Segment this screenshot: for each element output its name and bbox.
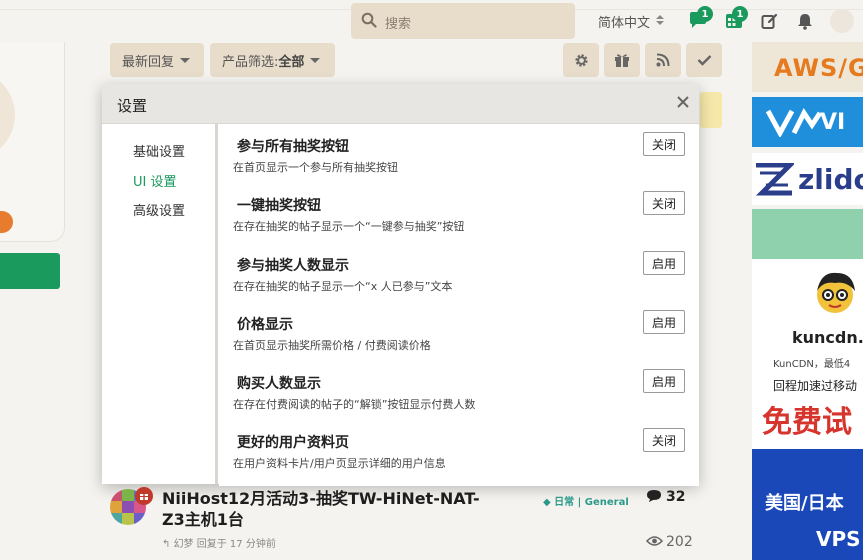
setting-description: 在首页显示一个参与所有抽奖按钮	[233, 161, 398, 174]
topic-replies: 32	[646, 489, 685, 505]
ad-green-banner[interactable]	[752, 209, 863, 259]
sort-caret-icon	[656, 15, 664, 25]
ad-zlido-text: zlido	[798, 163, 863, 196]
chevron-down-icon	[180, 57, 191, 63]
setting-title: 购买人数显示	[237, 376, 321, 392]
topic-tag[interactable]: ◆ 日常 | General	[543, 493, 629, 508]
search-box[interactable]: 搜索	[351, 3, 575, 39]
setting-title: 参与所有抽奖按钮	[237, 139, 349, 155]
user-avatar[interactable]	[830, 9, 854, 33]
setting-toggle-button[interactable]: 关闭	[643, 191, 685, 215]
gear-icon	[574, 53, 588, 67]
nav-advanced-settings[interactable]: 高级设置	[133, 200, 185, 219]
setting-description: 在首页显示抽奖所需价格 / 付费阅读价格	[233, 339, 431, 352]
notice-banner	[700, 92, 722, 128]
messages-badge: 1	[697, 6, 713, 22]
ad-us-vps[interactable]: 美国/日本 VPS	[752, 449, 863, 560]
nav-ui-settings[interactable]: UI 设置	[133, 171, 176, 190]
tag-icon: ◆	[543, 497, 555, 508]
search-placeholder: 搜索	[385, 17, 412, 32]
check-icon	[697, 55, 711, 66]
setting-description: 在存在抽奖的帖子显示一个“x 人已参与”文本	[233, 280, 453, 293]
settings-nav: 基础设置 UI 设置 高级设置	[102, 124, 218, 484]
product-filter-dropdown[interactable]: 产品筛选: 全部	[210, 43, 335, 77]
ad-kuncdn-sub2: 回程加速过移动	[773, 379, 858, 393]
filter-label: 产品筛选:	[222, 54, 279, 70]
setting-toggle-button[interactable]: 启用	[643, 251, 685, 275]
ad-aws[interactable]: AWS/G	[752, 42, 863, 92]
topic-author[interactable]: 幻梦	[174, 539, 194, 550]
modal-header: 设置	[102, 84, 699, 124]
comment-icon	[647, 490, 661, 502]
eye-icon	[645, 536, 664, 546]
edit-icon[interactable]	[761, 13, 778, 30]
profile-action-button[interactable]	[0, 253, 60, 289]
modal-title: 设置	[117, 97, 148, 115]
ad-zlido[interactable]: zlido	[752, 153, 863, 205]
rss-button[interactable]	[645, 43, 681, 77]
settings-button[interactable]	[563, 43, 599, 77]
modal-bottom-edge	[219, 484, 699, 486]
gift-button[interactable]	[604, 43, 640, 77]
ad-us-line2: VPS	[816, 527, 861, 551]
setting-title: 参与抽奖人数显示	[237, 258, 349, 274]
view-count: 202	[666, 534, 693, 550]
setting-toggle-button[interactable]: 关闭	[643, 428, 685, 452]
vm-logo-icon	[766, 108, 823, 137]
close-icon[interactable]	[677, 96, 689, 108]
bell-icon[interactable]	[797, 13, 813, 30]
ad-aws-text: AWS/G	[774, 54, 863, 82]
topic-views: 202	[645, 534, 693, 550]
gift-icon	[615, 54, 629, 67]
ad-vm-text: VI	[820, 110, 846, 135]
profile-card	[0, 42, 65, 242]
ad-us-line1: 美国/日本	[765, 493, 844, 514]
sort-dropdown[interactable]: 最新回复	[110, 43, 204, 77]
topic-title[interactable]: NiiHost12月活动3-抽奖TW-HiNet-NAT-Z3主机1台	[162, 488, 492, 530]
rss-icon	[656, 53, 670, 67]
setting-toggle-button[interactable]: 启用	[643, 310, 685, 334]
setting-description: 在存在抽奖的帖子显示一个“一键参与抽奖”按钮	[233, 220, 465, 233]
ad-kuncdn-brand: kuncdn.c	[792, 328, 863, 347]
setting-toggle-button[interactable]: 启用	[643, 369, 685, 393]
setting-toggle-button[interactable]: 关闭	[643, 132, 685, 156]
reply-arrow-icon: ↰	[162, 539, 174, 550]
mark-read-button[interactable]	[686, 43, 722, 77]
ad-kuncdn-sub1: KunCDN，最低4	[773, 359, 851, 370]
topic-tag-label: 日常 | General	[554, 497, 629, 508]
language-selector[interactable]: 简体中文	[598, 12, 664, 31]
tasks-badge: 1	[732, 6, 748, 22]
setting-description: 在存在付费阅读的帖子的“解锁”按钮显示付费人数	[233, 398, 476, 411]
chevron-down-icon	[310, 57, 321, 63]
topic-replied-time: 回复于 17 分钟前	[196, 539, 276, 550]
topic-meta: ↰ 幻梦 回复于 17 分钟前	[162, 535, 276, 550]
lottery-gift-icon	[135, 487, 153, 505]
search-icon	[361, 12, 377, 28]
setting-description: 在用户资料卡片/用户页显示详细的用户信息	[233, 457, 446, 470]
ad-vm[interactable]: VI	[752, 97, 863, 147]
sort-label: 最新回复	[122, 54, 175, 70]
mascot-icon	[817, 272, 855, 313]
top-header: 搜索 简体中文 1 1	[0, 0, 863, 42]
reply-count: 32	[666, 489, 686, 505]
zlido-logo-icon	[755, 163, 794, 196]
setting-title: 价格显示	[237, 317, 293, 333]
ad-kuncdn[interactable]: kuncdn.c KunCDN，最低4 回程加速过移动 免费试	[752, 259, 863, 449]
setting-title: 一键抽奖按钮	[237, 198, 321, 214]
filter-value: 全部	[278, 54, 305, 70]
language-label: 简体中文	[598, 16, 651, 31]
nav-basic-settings[interactable]: 基础设置	[133, 141, 185, 160]
setting-title: 更好的用户资料页	[237, 435, 349, 451]
ad-kuncdn-free: 免费试	[762, 405, 852, 440]
settings-modal: 设置 基础设置 UI 设置 高级设置 参与所有抽奖按钮 在首页显示一个参与所有抽…	[102, 84, 699, 484]
